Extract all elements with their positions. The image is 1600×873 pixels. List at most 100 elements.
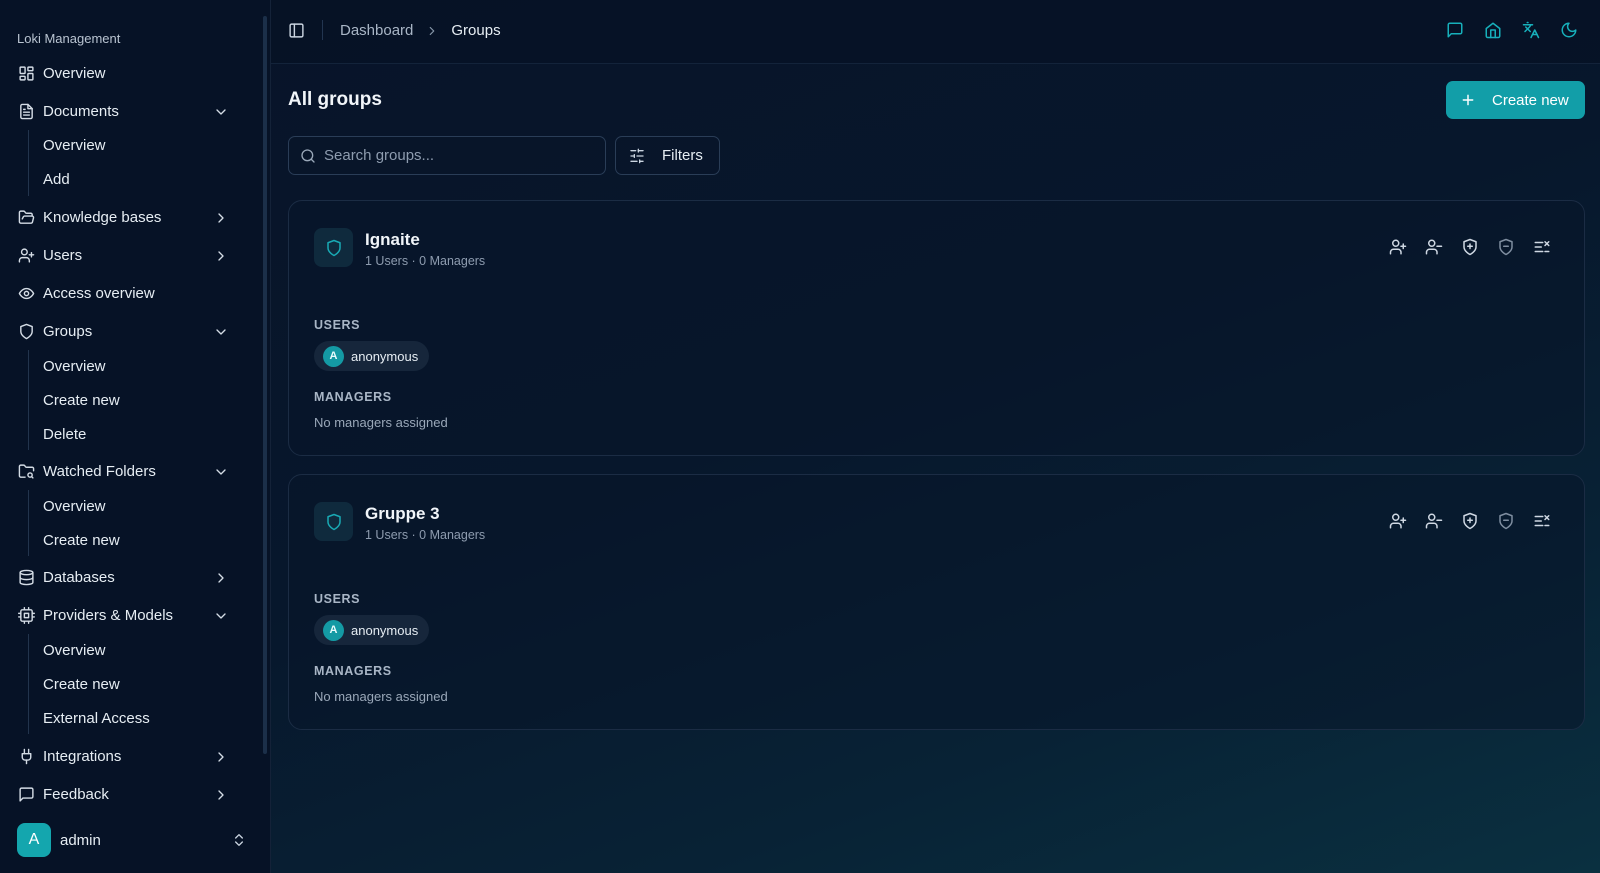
top-bar: Dashboard Groups <box>271 0 1600 64</box>
shield-minus-icon[interactable] <box>1497 238 1515 256</box>
brand-label: Loki Management <box>17 31 121 46</box>
sidebar-item-watched-folders[interactable]: Watched Folders <box>0 454 262 488</box>
breadcrumb-dashboard[interactable]: Dashboard <box>340 22 413 39</box>
home-icon[interactable] <box>1484 21 1502 39</box>
sidebar-item-groups[interactable]: Groups <box>0 314 262 348</box>
sliders-icon <box>629 148 645 164</box>
avatar: A <box>17 823 51 857</box>
sidebar-item-feedback[interactable]: Feedback <box>0 777 262 811</box>
tree-line <box>28 634 29 734</box>
languages-icon[interactable] <box>1522 21 1540 39</box>
shield-icon <box>314 502 353 541</box>
group-card: Ignaite 1 Users · 0 Managers USERS A ano… <box>288 200 1585 456</box>
shield-icon <box>17 322 35 340</box>
avatar: A <box>323 345 344 367</box>
filters-label: Filters <box>662 147 703 164</box>
shield-minus-icon[interactable] <box>1497 512 1515 530</box>
remove-user-icon[interactable] <box>1425 238 1443 256</box>
create-group-button[interactable]: Create new <box>1446 81 1585 119</box>
search-icon <box>300 148 316 164</box>
list-x-icon[interactable] <box>1533 512 1551 530</box>
search-box <box>288 136 606 175</box>
breadcrumb-groups: Groups <box>451 22 501 39</box>
message-square-icon[interactable] <box>1446 21 1464 39</box>
eye-icon <box>17 284 35 302</box>
sidebar-item-label: Access overview <box>43 284 155 302</box>
filters-button[interactable]: Filters <box>615 136 720 175</box>
sidebar-subitem-groups-create[interactable]: Create new <box>43 385 243 415</box>
add-user-icon[interactable] <box>1389 512 1407 530</box>
user-plus-icon <box>17 246 35 264</box>
group-meta: 1 Users · 0 Managers <box>365 528 486 542</box>
sidebar-subitem-groups-delete[interactable]: Delete <box>43 419 243 449</box>
sidebar: Loki Management Overview Documents Overv… <box>0 0 271 873</box>
sidebar-item-label: Users <box>43 246 83 264</box>
group-meta: 1 Users · 0 Managers <box>365 254 486 268</box>
main-content: Dashboard Groups All groups Create new S… <box>271 0 1600 873</box>
sidebar-subitem-providers-create[interactable]: Create new <box>43 669 243 699</box>
user-chip-name: anonymous <box>351 348 419 364</box>
folder-open-icon <box>17 208 35 226</box>
group-actions <box>1389 512 1551 530</box>
sidebar-scrollbar[interactable] <box>263 16 267 754</box>
sidebar-subitem-watched-create[interactable]: Create new <box>43 525 243 555</box>
folder-search-icon <box>17 462 35 480</box>
managers-section-label: MANAGERS <box>314 390 392 404</box>
tree-line <box>28 490 29 556</box>
search-input[interactable] <box>324 147 594 164</box>
chevron-down-icon <box>212 463 230 481</box>
cpu-icon <box>17 606 35 624</box>
breadcrumb: Dashboard Groups <box>340 22 501 39</box>
chevron-right-icon <box>212 786 230 804</box>
sidebar-item-users[interactable]: Users <box>0 238 262 272</box>
layout-dashboard-icon <box>17 64 35 82</box>
chevron-right-icon <box>425 24 439 38</box>
chevron-right-icon <box>212 209 230 227</box>
sidebar-subitem-watched-overview[interactable]: Overview <box>43 491 243 521</box>
add-user-icon[interactable] <box>1389 238 1407 256</box>
sidebar-item-integrations[interactable]: Integrations <box>0 739 262 773</box>
avatar: A <box>323 619 344 641</box>
list-x-icon[interactable] <box>1533 238 1551 256</box>
sidebar-item-label: Feedback <box>43 785 109 803</box>
managers-section-label: MANAGERS <box>314 664 392 678</box>
user-menu[interactable]: A admin <box>17 823 255 857</box>
moon-icon[interactable] <box>1560 21 1578 39</box>
sidebar-item-label: Providers & Models <box>43 606 174 624</box>
users-section-label: USERS <box>314 592 361 606</box>
sidebar-item-label: Groups <box>43 322 93 340</box>
sidebar-subitem-documents-add[interactable]: Add <box>43 164 243 194</box>
tree-line <box>28 350 29 450</box>
user-chip: A anonymous <box>314 341 430 371</box>
group-actions <box>1389 238 1551 256</box>
shield-icon <box>314 228 353 267</box>
chevron-down-icon <box>212 103 230 121</box>
create-group-label: Create new <box>1492 91 1569 109</box>
shield-plus-icon[interactable] <box>1461 512 1479 530</box>
remove-user-icon[interactable] <box>1425 512 1443 530</box>
sidebar-item-label: Knowledge bases <box>43 208 162 226</box>
sidebar-item-providers-models[interactable]: Providers & Models <box>0 598 262 632</box>
managers-empty-note: No managers assigned <box>314 689 448 704</box>
sidebar-item-knowledge-bases[interactable]: Knowledge bases <box>0 200 262 234</box>
shield-plus-icon[interactable] <box>1461 238 1479 256</box>
sidebar-subitem-providers-overview[interactable]: Overview <box>43 635 243 665</box>
chevron-down-icon <box>212 607 230 625</box>
plus-icon <box>1460 92 1476 108</box>
group-name: Gruppe 3 <box>365 504 440 523</box>
page-title: All groups <box>288 89 382 110</box>
sidebar-subitem-documents-overview[interactable]: Overview <box>43 130 243 160</box>
sidebar-toggle-icon[interactable] <box>288 22 305 39</box>
sidebar-subitem-providers-external[interactable]: External Access <box>43 703 243 733</box>
user-name: admin <box>60 831 101 849</box>
sidebar-item-overview[interactable]: Overview <box>0 56 262 90</box>
sidebar-subitem-groups-overview[interactable]: Overview <box>43 351 243 381</box>
chevron-down-icon <box>212 323 230 341</box>
sidebar-item-label: Overview <box>43 64 106 82</box>
header-actions <box>1446 21 1578 39</box>
sidebar-item-access-overview[interactable]: Access overview <box>0 276 262 310</box>
sidebar-item-documents[interactable]: Documents <box>0 94 262 128</box>
users-section-label: USERS <box>314 318 361 332</box>
managers-empty-note: No managers assigned <box>314 415 448 430</box>
sidebar-item-databases[interactable]: Databases <box>0 560 262 594</box>
